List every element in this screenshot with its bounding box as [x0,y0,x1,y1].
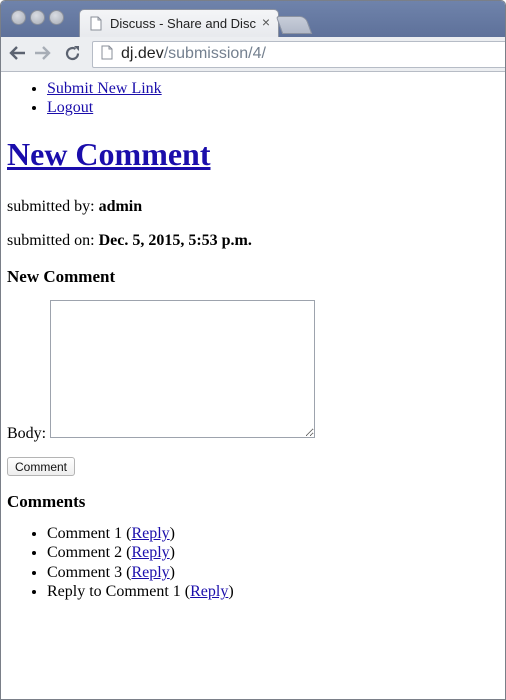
browser-window: Discuss - Share and Discuss × dj.dev/sub… [0,0,506,700]
reply-link[interactable]: Reply [131,525,169,542]
page-title: New Comment [7,136,211,173]
comment-item: Comment 2 (Reply) [47,544,234,562]
new-comment-heading: New Comment [7,267,116,286]
comment-text: Reply to Comment 1 [47,583,181,601]
comment-body-textarea[interactable] [50,300,315,438]
submitted-by: submitted by: admin [7,198,142,216]
comment-text: Comment 3 [47,563,123,581]
browser-toolbar: dj.dev/submission/4/ [1,37,505,72]
submitted-by-label: submitted by: [7,198,95,215]
logout-link[interactable]: Logout [47,99,93,116]
reply-link[interactable]: Reply [131,564,169,581]
tab-title: Discuss - Share and Discuss [110,16,256,31]
new-tab-button[interactable] [275,16,313,34]
comment-submit-button[interactable]: Comment [7,457,76,476]
comment-text: Comment 1 [47,525,123,542]
minimize-window-button[interactable] [30,10,45,25]
top-nav: Submit New Link Logout [31,80,162,119]
nav-item: Logout [47,99,162,117]
submitted-on-date: Dec. 5, 2015, 5:53 p.m. [98,232,252,249]
comments-list: Comment 1 (Reply) Comment 2 (Reply) Comm… [31,525,234,603]
address-bar[interactable]: dj.dev/submission/4/ [92,41,505,68]
reply-link[interactable]: Reply [190,583,228,600]
reply-link[interactable]: Reply [131,544,169,561]
page-title-link[interactable]: New Comment [7,136,211,172]
page-icon [101,45,113,65]
back-arrow-icon[interactable] [8,45,26,65]
page-icon [90,16,102,34]
close-window-button[interactable] [11,10,26,25]
comment-item: Reply to Comment 1 (Reply) [47,583,234,601]
comments-heading: Comments [7,492,86,511]
maximize-window-button[interactable] [49,10,64,25]
forward-arrow-icon[interactable] [34,45,52,65]
url-path: /submission/4/ [163,45,266,62]
comment-item: Comment 3 (Reply) [47,564,234,582]
comment-text: Comment 2 [47,544,123,562]
body-label: Body: [7,425,47,442]
reload-icon[interactable] [64,45,81,66]
url-text: dj.dev/submission/4/ [121,45,266,63]
page-content: Submit New Link Logout New Comment submi… [1,72,505,699]
submitted-on: submitted on: Dec. 5, 2015, 5:53 p.m. [7,232,252,250]
submitted-on-label: submitted on: [7,232,95,249]
url-host: dj.dev [121,45,164,62]
submitted-by-user: admin [98,198,143,215]
tab-strip: Discuss - Share and Discuss × [1,1,505,38]
submit-new-link[interactable]: Submit New Link [47,80,162,97]
browser-tab[interactable]: Discuss - Share and Discuss × [79,9,279,38]
comment-item: Comment 1 (Reply) [47,525,234,543]
nav-item: Submit New Link [47,80,162,98]
close-tab-icon[interactable]: × [262,14,270,30]
